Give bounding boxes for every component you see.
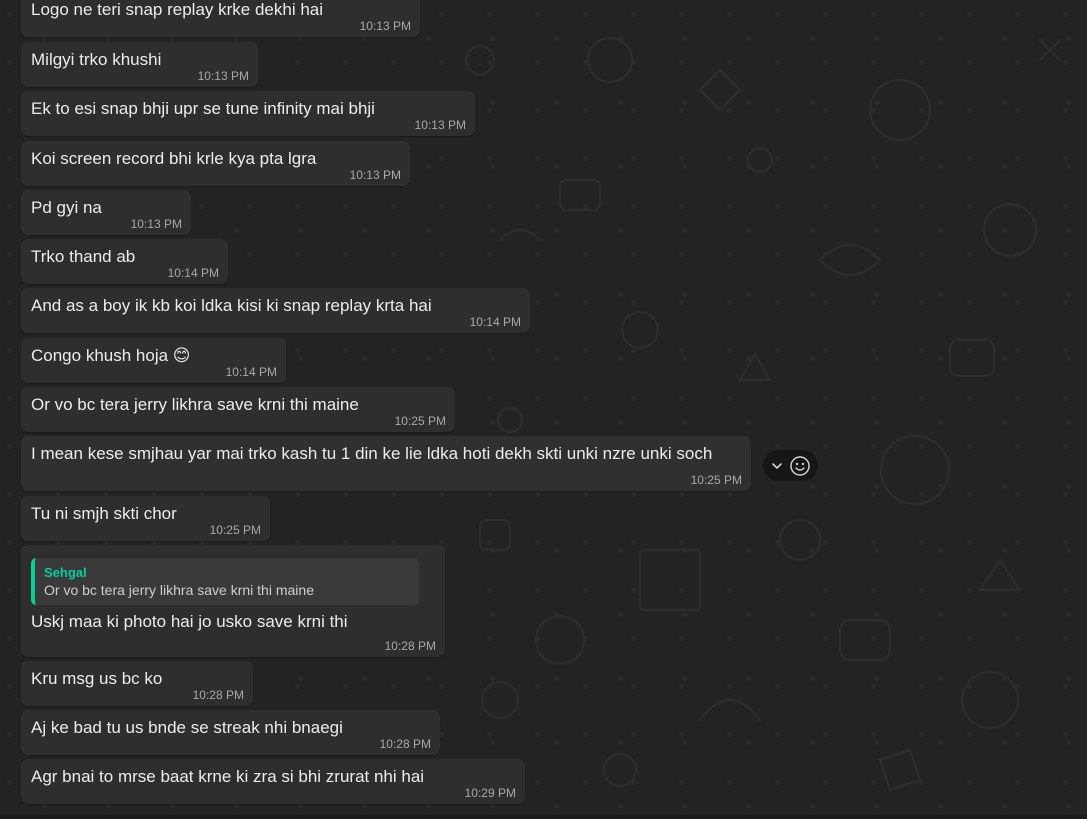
message-bubble[interactable]: Congo khush hoja 😊 10:14 PM: [21, 338, 286, 383]
message-timestamp: 10:13 PM: [349, 168, 401, 182]
chat-bottom-edge: [0, 815, 1087, 819]
message-timestamp: 10:13 PM: [414, 118, 466, 132]
message-text: Aj ke bad tu us bnde se streak nhi bnaeg…: [31, 718, 343, 737]
message-timestamp: 10:13 PM: [359, 19, 411, 33]
message-timestamp: 10:14 PM: [167, 266, 219, 280]
message-timestamp: 10:25 PM: [209, 523, 261, 537]
message-timestamp: 10:14 PM: [469, 315, 521, 329]
message-text: Tu ni smjh skti chor: [31, 504, 177, 523]
message-bubble[interactable]: Aj ke bad tu us bnde se streak nhi bnaeg…: [21, 710, 440, 755]
message-timestamp: 10:28 PM: [384, 639, 436, 653]
message-timestamp: 10:25 PM: [690, 473, 742, 487]
message-text: Or vo bc tera jerry likhra save krni thi…: [31, 395, 359, 414]
message-text: Logo ne teri snap replay krke dekhi hai: [31, 0, 324, 19]
message-bubble[interactable]: Ek to esi snap bhji upr se tune infinity…: [21, 91, 475, 136]
emoji-react-icon[interactable]: [789, 455, 811, 477]
quoted-message-text: Or vo bc tera jerry likhra save krni thi…: [44, 582, 314, 598]
quoted-message-author: Sehgal: [44, 565, 87, 580]
message-text-content: Congo khush hoja: [31, 346, 169, 365]
message-text: Agr bnai to mrse baat krne ki zra si bhi…: [31, 767, 425, 786]
message-text: And as a boy ik kb koi ldka kisi ki snap…: [31, 296, 432, 315]
message-text: I mean kese smjhau yar mai trko kash tu …: [31, 444, 713, 463]
chevron-down-icon[interactable]: [770, 459, 784, 473]
message-timestamp: 10:13 PM: [130, 217, 182, 231]
message-text: Kru msg us bc ko: [31, 669, 163, 688]
message-bubble[interactable]: Agr bnai to mrse baat krne ki zra si bhi…: [21, 759, 525, 804]
message-bubble[interactable]: Trko thand ab 10:14 PM: [21, 239, 228, 284]
message-text: Congo khush hoja 😊: [31, 345, 276, 367]
message-text: Koi screen record bhi krle kya pta lgra: [31, 149, 317, 168]
message-bubble[interactable]: I mean kese smjhau yar mai trko kash tu …: [21, 436, 751, 491]
message-timestamp: 10:13 PM: [197, 69, 249, 83]
message-bubble[interactable]: Kru msg us bc ko 10:28 PM: [21, 661, 253, 706]
message-timestamp: 10:29 PM: [464, 786, 516, 800]
message-text: Trko thand ab: [31, 247, 136, 266]
message-timestamp: 10:28 PM: [192, 688, 244, 702]
message-text: Milgyi trko khushi: [31, 50, 162, 69]
message-timestamp: 10:28 PM: [379, 737, 431, 751]
message-text: Uskj maa ki photo hai jo usko save krni …: [31, 612, 348, 631]
message-bubble[interactable]: Tu ni smjh skti chor 10:25 PM: [21, 496, 270, 541]
smiling-face-emoji: 😊: [172, 346, 191, 365]
chat-panel: Logo ne teri snap replay krke dekhi hai …: [0, 0, 1087, 819]
message-bubble[interactable]: Milgyi trko khushi 10:13 PM: [21, 42, 258, 87]
message-hover-actions: [763, 450, 818, 481]
message-bubble[interactable]: And as a boy ik kb koi ldka kisi ki snap…: [21, 288, 530, 333]
message-text: Pd gyi na: [31, 198, 102, 217]
message-bubble[interactable]: Or vo bc tera jerry likhra save krni thi…: [21, 387, 455, 432]
message-timestamp: 10:25 PM: [394, 414, 446, 428]
message-text: Ek to esi snap bhji upr se tune infinity…: [31, 99, 375, 118]
message-bubble[interactable]: Sehgal Or vo bc tera jerry likhra save k…: [21, 545, 445, 657]
message-bubble[interactable]: Koi screen record bhi krle kya pta lgra …: [21, 141, 410, 186]
quoted-message[interactable]: Sehgal Or vo bc tera jerry likhra save k…: [31, 558, 419, 605]
message-bubble[interactable]: Pd gyi na 10:13 PM: [21, 190, 191, 235]
message-bubble[interactable]: Logo ne teri snap replay krke dekhi hai …: [21, 0, 420, 37]
message-timestamp: 10:14 PM: [225, 365, 277, 379]
